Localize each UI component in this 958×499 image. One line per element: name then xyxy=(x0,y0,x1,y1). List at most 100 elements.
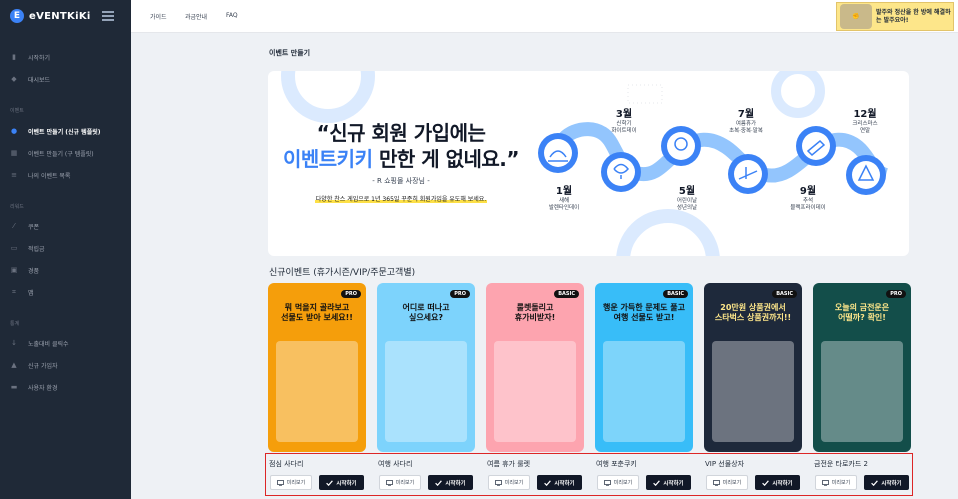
sidebar-item-coupon[interactable]: ⁄ 쿠폰 xyxy=(0,217,131,235)
grid-icon: ▦ xyxy=(10,149,18,157)
hero-quote-line2: 만한 게 없네요.” xyxy=(372,147,520,171)
sidebar-item-label: 적립금 xyxy=(28,245,45,253)
user-icon: ▲ xyxy=(11,361,17,369)
sidebar-item-label: 나의 이벤트 목록 xyxy=(28,172,71,180)
template-card-travel-ladder[interactable]: PRO 어디로 떠나고 싶으세요? xyxy=(377,283,475,452)
plan-badge: PRO xyxy=(341,290,361,298)
template-card-travel-fortune[interactable]: BASIC 행운 가득한 문제도 풀고 여행 선물도 받고! xyxy=(595,283,693,452)
sidebar-item-label: 노출대비 클릭수 xyxy=(28,340,69,348)
card-illustration xyxy=(385,341,467,442)
month-dec: 12월 크리스마스 연말 xyxy=(830,109,900,135)
month-mar: 3월 신학기 화이트데이 xyxy=(589,109,659,135)
sidebar-section-stats: 통계 xyxy=(10,321,20,327)
sidebar-item-dashboard[interactable]: ◆ 대시보드 xyxy=(0,70,131,88)
plan-badge: PRO xyxy=(886,290,906,298)
sidebar-item-new-users[interactable]: ▲ 신규 가입자 xyxy=(0,356,131,374)
logo[interactable]: E eVENTKiKi xyxy=(10,9,91,23)
month-desc: 어린이날 성년의날 xyxy=(676,198,698,211)
sidebar-item-create-old[interactable]: ▦ 이벤트 만들기 (구 템플릿) xyxy=(0,144,131,162)
sidebar-item-my-events[interactable]: ≡ 나의 이벤트 목록 xyxy=(0,166,131,184)
template-card-summer-roulette[interactable]: BASIC 룰렛돌리고 휴가비받자! xyxy=(486,283,584,452)
sidebar-item-label: 맵 xyxy=(28,289,34,297)
sidebar-item-label: 시작하기 xyxy=(28,54,51,62)
menu-toggle-icon[interactable] xyxy=(102,11,114,21)
sidebar-item-clicks[interactable]: ↓ 노출대비 클릭수 xyxy=(0,334,131,352)
pin-icon: ↓ xyxy=(11,339,17,347)
card-art-title: 뭐 먹을지 골라보고 선물도 받아 보세요!! xyxy=(281,303,353,322)
sidebar-section-rewards: 리워드 xyxy=(10,204,24,210)
sidebar-item-label: 경품 xyxy=(28,267,40,275)
sidebar-item-label: 이벤트 만들기 (신규 템플릿) xyxy=(28,128,101,136)
plan-badge: BASIC xyxy=(554,290,579,298)
sidebar-item-start[interactable]: ▮ 시작하기 xyxy=(0,48,131,66)
hero-quote: “신규 회원 가입에는 이벤트키키 만한 게 없네요.” xyxy=(270,120,532,172)
month-desc: 여름휴가 초복·중복·말복 xyxy=(729,121,763,134)
diamond-icon: ◆ xyxy=(11,75,17,83)
sidebar-item-label: 신규 가입자 xyxy=(28,362,58,370)
selection-outline xyxy=(265,453,913,496)
season-timeline xyxy=(538,122,889,195)
hero-quote-line1: “신규 회원 가입에는 xyxy=(316,121,486,145)
plan-badge: BASIC xyxy=(772,290,797,298)
month-may: 5월 어린이날 성년의날 xyxy=(652,186,722,212)
gift-icon: ▣ xyxy=(10,266,18,274)
sidebar-item-label: 이벤트 만들기 (구 템플릿) xyxy=(28,150,94,158)
sidebar-item-create-new[interactable]: ● 이벤트 만들기 (신규 템플릿) xyxy=(0,122,131,140)
card-art-title: 어디로 떠나고 싶으세요? xyxy=(402,303,450,322)
card-art-title: 행운 가득한 문제도 풀고 여행 선물도 받고! xyxy=(603,303,685,322)
plan-badge: PRO xyxy=(450,290,470,298)
list-icon: ≡ xyxy=(11,171,17,179)
card-illustration xyxy=(821,341,903,442)
map-icon: ⌗ xyxy=(12,288,16,296)
sidebar: E eVENTKiKi ▮ 시작하기 ◆ 대시보드 이벤트 ● 이벤트 만들기 … xyxy=(0,0,131,499)
template-card-money-tarot[interactable]: PRO 오늘의 금전운은 어떨까? 확인! xyxy=(813,283,911,452)
sidebar-item-label: 사용자 환경 xyxy=(28,384,58,392)
top-link-guide[interactable]: 가이드 xyxy=(150,12,167,21)
month-label: 7월 xyxy=(737,109,755,120)
monitor-icon: ▬ xyxy=(10,383,18,391)
hero-quote-brand: 이벤트키키 xyxy=(282,147,373,171)
hero-description-text: 다양한 찬스 게임으로 1년 365일 꾸준히 회원가입을 유도해 보세요. xyxy=(314,196,488,203)
month-label: 9월 xyxy=(799,186,817,197)
month-jul: 7월 여름휴가 초복·중복·말복 xyxy=(711,109,781,135)
section-title: 신규이벤트 (휴가시즌/VIP/주문고객별) xyxy=(269,268,416,278)
month-label: 3월 xyxy=(615,109,633,120)
sidebar-item-user-env[interactable]: ▬ 사용자 환경 xyxy=(0,378,131,396)
sidebar-section-events: 이벤트 xyxy=(10,108,24,114)
month-jan: 1월 새해 발렌타인데이 xyxy=(529,186,599,212)
template-card-vip-giftbox[interactable]: BASIC 20만원 상품권에서 스타벅스 상품권까지!! xyxy=(704,283,802,452)
sidebar-item-map[interactable]: ⌗ 맵 xyxy=(0,283,131,301)
month-desc: 크리스마스 연말 xyxy=(852,121,878,134)
sidebar-item-prize[interactable]: ▣ 경품 xyxy=(0,261,131,279)
hero-quote-author: - R 쇼핑몰 사장님 - xyxy=(372,177,430,185)
plus-circle-icon: ● xyxy=(10,127,18,135)
top-link-faq[interactable]: FAQ xyxy=(226,12,238,19)
sidebar-item-points[interactable]: ▭ 적립금 xyxy=(0,239,131,257)
month-label: 5월 xyxy=(678,186,696,197)
wallet-icon: ▭ xyxy=(10,244,18,252)
banner-text: 발주와 정산을 한 방에 해결하는 발주요아! xyxy=(876,8,951,24)
card-illustration xyxy=(603,341,685,442)
top-link-pricing[interactable]: 과금안내 xyxy=(185,12,207,21)
month-desc: 신학기 화이트데이 xyxy=(611,121,637,134)
template-card-lunch-ladder[interactable]: PRO 뭐 먹을지 골라보고 선물도 받아 보세요!! xyxy=(268,283,366,452)
hero-description: 다양한 찬스 게임으로 1년 365일 꾸준히 회원가입을 유도해 보세요. xyxy=(270,194,532,203)
card-art-title: 20만원 상품권에서 스타벅스 상품권까지!! xyxy=(714,303,792,322)
month-desc: 새해 발렌타인데이 xyxy=(548,198,580,211)
page-title: 이벤트 만들기 xyxy=(269,49,311,57)
plan-badge: BASIC xyxy=(663,290,688,298)
card-illustration xyxy=(712,341,794,442)
card-illustration xyxy=(276,341,358,442)
bars-icon: ▮ xyxy=(12,53,16,61)
card-art-title: 룰렛돌리고 휴가비받자! xyxy=(514,303,556,322)
logo-text: eVENTKiKi xyxy=(29,10,91,22)
topbar: 가이드 과금안내 FAQ ✊ 발주와 정산을 한 방에 해결하는 발주요아! xyxy=(131,0,958,33)
month-label: 1월 xyxy=(555,186,573,197)
sidebar-item-label: 대시보드 xyxy=(28,76,51,84)
month-label: 12월 xyxy=(853,109,877,120)
ad-banner[interactable]: ✊ 발주와 정산을 한 방에 해결하는 발주요아! xyxy=(836,2,954,31)
banner-hand-icon: ✊ xyxy=(840,4,872,29)
month-desc: 추석 블랙프라이데이 xyxy=(790,198,826,211)
month-sep: 9월 추석 블랙프라이데이 xyxy=(773,186,843,212)
logo-icon: E xyxy=(10,9,24,23)
